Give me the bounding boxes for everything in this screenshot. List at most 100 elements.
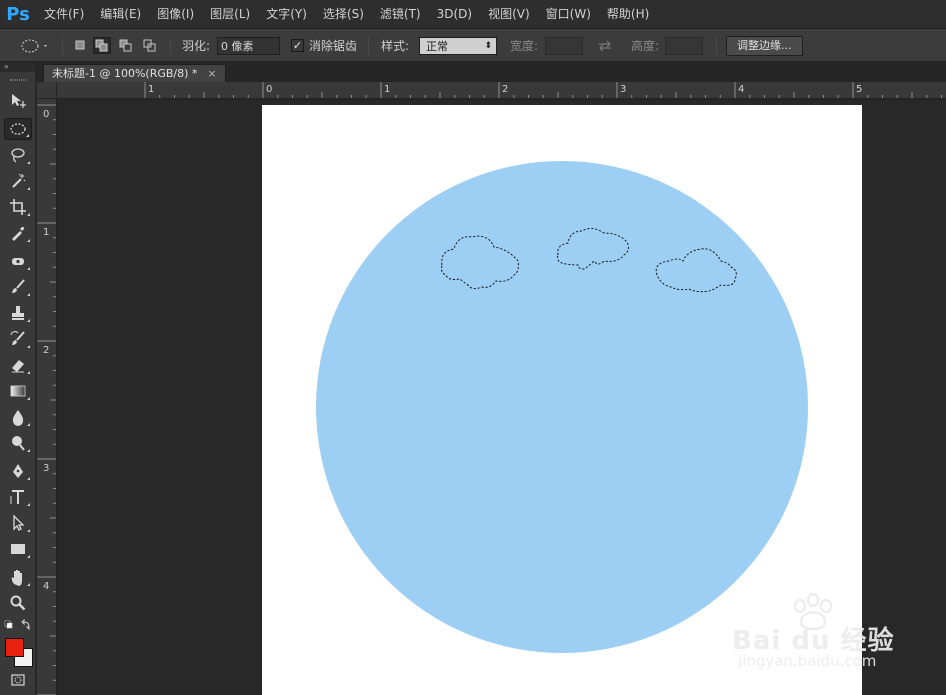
vertical-ruler[interactable]: 0 1 2 3 4 [37,99,57,695]
eraser-tool[interactable] [4,354,32,376]
ruler-label: 5 [856,84,862,95]
tool-group-indicator [27,293,30,296]
tool-group-indicator [27,423,30,426]
tool-group-indicator [26,134,29,137]
menu-filter[interactable]: 滤镜(T) [372,0,429,29]
brush-tool[interactable] [4,276,32,298]
document-tab-strip: 未标题-1 @ 100%(RGB/8) * × [37,62,946,82]
quick-mask-icon [11,674,25,686]
lasso-tool[interactable] [4,144,32,166]
menu-type[interactable]: 文字(Y) [258,0,315,29]
quick-mask-button[interactable] [4,670,32,690]
width-label: 宽度: [510,39,539,53]
gradient-tool[interactable] [4,380,32,402]
foreground-color-swatch[interactable] [5,638,24,657]
blur-tool[interactable] [4,406,32,428]
spot-healing-brush-tool[interactable] [4,250,32,272]
ruler-label: 4 [738,84,744,95]
ruler-origin[interactable] [37,82,57,99]
options-divider [368,37,369,55]
crop-tool[interactable] [4,196,32,218]
toolbox-grip[interactable] [0,72,35,88]
ruler-label: 1 [43,227,49,238]
ruler-label: 3 [43,463,49,474]
dodge-tool[interactable] [4,432,32,454]
menu-select[interactable]: 选择(S) [315,0,372,29]
menu-3d[interactable]: 3D(D) [429,0,480,29]
elliptical-marquee-tool[interactable] [4,118,32,140]
menu-help[interactable]: 帮助(H) [599,0,657,29]
rectangle-tool[interactable] [4,538,32,560]
tool-group-indicator [27,239,30,242]
watermark-url: jingyan.baidu.com [738,652,877,670]
hand-icon [11,570,22,586]
style-select[interactable]: 正常 ⬍ [419,36,497,55]
toolbox-collapse-button[interactable]: » [0,62,35,72]
ruler-label: 4 [43,581,49,592]
menu-image[interactable]: 图像(I) [149,0,202,29]
app-logo: Ps [6,3,30,25]
subtract-from-selection-button[interactable] [117,37,135,54]
options-bar: 羽化: 0 像素 ✓ 消除锯齿 样式: 正常 ⬍ 宽度: 高度: 调整边缘... [0,29,946,62]
height-input [665,36,703,55]
antialias-option[interactable]: ✓ 消除锯齿 [291,29,357,62]
document-tab-title: 未标题-1 @ 100%(RGB/8) * [52,67,198,80]
default-colors-icon[interactable] [4,618,34,631]
magic-wand-tool[interactable] [4,170,32,192]
menu-window[interactable]: 窗口(W) [538,0,599,29]
tool-group-indicator [27,555,30,558]
tool-group-indicator [27,397,30,400]
tool-preset-picker[interactable] [20,29,50,62]
style-select-value: 正常 [426,39,448,53]
tool-group-indicator [27,583,30,586]
stamp-icon [12,306,24,320]
document-tab[interactable]: 未标题-1 @ 100%(RGB/8) * × [43,64,226,82]
ellipse-preset-icon [21,39,47,52]
options-divider [62,37,63,55]
vertical-ruler-ticks: 0 1 2 3 4 [37,104,56,695]
eraser-icon [12,360,24,373]
ruler-label: 1 [384,84,390,95]
dropdown-arrow-icon: ⬍ [484,40,492,51]
intersect-selection-icon [143,39,156,52]
menu-file[interactable]: 文件(F) [36,0,92,29]
horizontal-type-tool[interactable] [4,486,32,508]
options-divider [170,37,171,55]
menu-layer[interactable]: 图层(L) [202,0,258,29]
move-icon [12,94,26,108]
move-tool[interactable] [4,90,32,112]
horizontal-ruler[interactable]: 1 0 1 2 3 4 5 [57,82,946,99]
blue-circle-shape [316,161,808,653]
dodge-icon [12,436,25,451]
horizontal-ruler-ticks: 1 0 1 2 3 4 5 [144,82,942,98]
close-icon[interactable]: × [207,65,216,82]
feather-input[interactable]: 0 像素 [217,36,280,55]
ruler-label: 1 [148,84,154,95]
intersect-selection-button[interactable] [141,37,159,54]
rectangle-icon [11,544,25,554]
refine-edge-button[interactable]: 调整边缘... [726,35,803,56]
tool-group-indicator [27,529,30,532]
menu-view[interactable]: 视图(V) [480,0,538,29]
hand-tool[interactable] [4,566,32,588]
swap-dimensions-button [597,29,613,62]
tool-group-indicator [27,319,30,322]
elliptical-marquee-icon [10,123,26,135]
lasso-icon [11,148,25,163]
history-brush-tool[interactable] [4,328,32,350]
menu-edit[interactable]: 编辑(E) [92,0,149,29]
tool-group-indicator [27,503,30,506]
zoom-tool[interactable] [4,592,32,614]
antialias-checkbox[interactable]: ✓ [291,39,304,52]
eyedropper-tool[interactable] [4,222,32,244]
add-to-selection-button[interactable] [93,37,111,54]
swap-arrows-icon [599,40,611,51]
pen-tool[interactable] [4,460,32,482]
tool-group-indicator [27,449,30,452]
menu-bar: Ps 文件(F) 编辑(E) 图像(I) 图层(L) 文字(Y) 选择(S) 滤… [0,0,946,29]
bandage-icon [12,258,24,265]
clone-stamp-tool[interactable] [4,302,32,324]
ruler-label: 2 [502,84,508,95]
new-selection-button[interactable] [71,37,89,54]
path-selection-tool[interactable] [4,512,32,534]
